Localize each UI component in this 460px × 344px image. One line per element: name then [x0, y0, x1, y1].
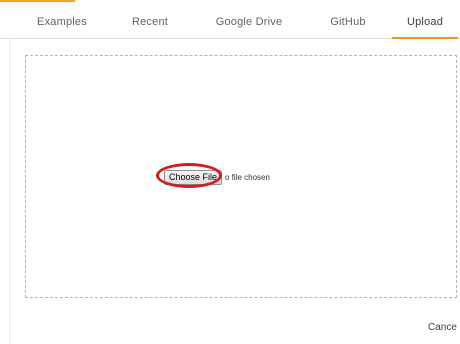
panel-edge — [9, 38, 10, 344]
active-tab-indicator — [392, 37, 458, 39]
file-picker: Choose File o file chosen — [164, 169, 270, 185]
tab-upload-label: Upload — [406, 16, 444, 28]
tab-examples[interactable]: Examples — [22, 2, 102, 38]
source-tabs: Examples Recent Google Drive GitHub Uplo… — [0, 2, 460, 39]
no-file-chosen-text: o file chosen — [225, 172, 270, 182]
tab-recent[interactable]: Recent — [120, 2, 180, 38]
choose-file-button[interactable]: Choose File — [164, 169, 223, 185]
tab-google-drive[interactable]: Google Drive — [199, 2, 299, 38]
tab-github[interactable]: GitHub — [318, 2, 378, 38]
cancel-button[interactable]: Cance — [428, 322, 457, 333]
tab-upload[interactable]: Upload — [392, 2, 458, 39]
